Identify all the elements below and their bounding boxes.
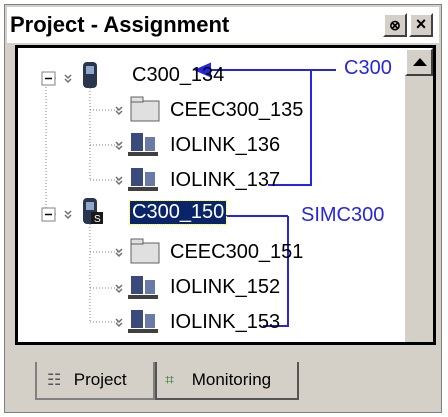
controller-icon — [83, 62, 97, 88]
tab-monitoring-label: Monitoring — [191, 370, 272, 389]
assignment-tree[interactable]: S C300_134 CEEC300_135 IOLINK_136 IOLINK… — [15, 45, 436, 345]
pin-icon: ⊗ — [389, 17, 401, 33]
svg-text:S: S — [94, 214, 101, 225]
monitoring-icon: ⌗ — [165, 372, 175, 389]
tree-node-c300-150[interactable]: C300_150 — [128, 200, 228, 225]
iolink-icon — [128, 310, 158, 333]
vertical-scrollbar[interactable] — [405, 48, 433, 342]
close-icon: × — [415, 14, 427, 34]
folder-icon — [130, 96, 160, 122]
panel-titlebar: Project - Assignment ⊗ × — [7, 7, 439, 43]
tab-monitoring[interactable]: ⌗ Monitoring — [155, 362, 299, 400]
tree-node-ceec300-151[interactable]: CEEC300_151 — [170, 241, 303, 264]
tree-node-c300-134[interactable]: C300_134 — [132, 64, 224, 87]
tab-project-label: Project — [73, 370, 127, 389]
tab-project[interactable]: ☷ Project — [35, 362, 155, 400]
tree-node-iolink-153[interactable]: IOLINK_153 — [170, 311, 280, 334]
close-button[interactable]: × — [409, 13, 433, 37]
expand-toggle[interactable] — [41, 207, 56, 222]
folder-icon — [130, 238, 160, 264]
tree-node-iolink-136[interactable]: IOLINK_136 — [170, 134, 280, 157]
iolink-icon — [128, 133, 158, 156]
expand-toggle[interactable] — [41, 71, 56, 86]
pin-button[interactable]: ⊗ — [383, 13, 407, 37]
project-assignment-panel: Project - Assignment ⊗ × S C300_134 CEEC… — [4, 4, 442, 413]
tree-node-iolink-137[interactable]: IOLINK_137 — [170, 169, 280, 192]
annotation-simc300: SIMC300 — [301, 204, 385, 226]
scroll-up-button[interactable] — [405, 48, 433, 76]
sim-controller-icon: S — [83, 198, 103, 225]
panel-title: Project - Assignment — [10, 12, 230, 37]
tree-node-iolink-152[interactable]: IOLINK_152 — [170, 276, 280, 299]
tree-node-ceec300-135[interactable]: CEEC300_135 — [170, 99, 303, 122]
iolink-icon — [128, 276, 158, 299]
project-icon: ☷ — [47, 372, 62, 389]
annotation-c300: C300 — [344, 57, 392, 79]
iolink-icon — [128, 168, 158, 191]
